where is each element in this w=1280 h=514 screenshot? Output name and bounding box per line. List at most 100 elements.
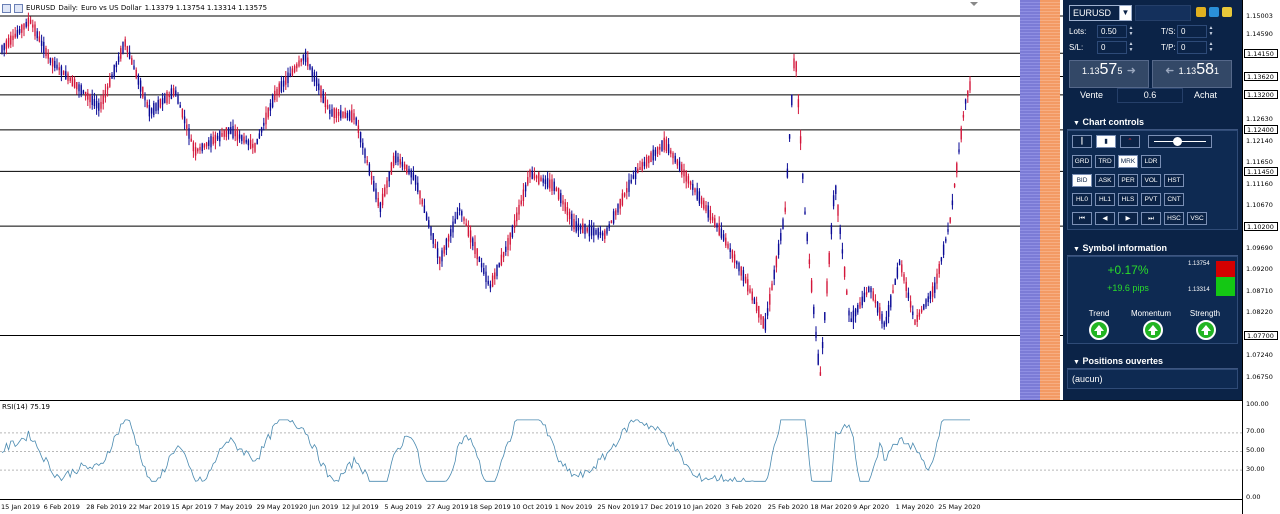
tp-input[interactable]: 0: [1177, 41, 1207, 54]
price-level-flag: 1.14150: [1244, 48, 1278, 58]
candle-body: [122, 42, 124, 54]
candle-body: [120, 48, 122, 59]
chart-timeframe: Daily:: [58, 4, 78, 12]
candle-body: [542, 178, 544, 183]
ts-stepper[interactable]: ▲ ▼: [1207, 25, 1215, 38]
candle-body: [513, 220, 516, 228]
candle-body: [916, 314, 918, 322]
step-forward-icon[interactable]: ▶: [1118, 212, 1138, 225]
candle-body: [45, 48, 47, 56]
candle-body: [810, 280, 813, 292]
sell-button[interactable]: 1.13575 ➜: [1069, 60, 1149, 88]
candle-body: [245, 139, 247, 143]
sl-stepper[interactable]: ▲ ▼: [1127, 41, 1135, 54]
chart-controls-header[interactable]: ▼ Chart controls: [1067, 114, 1238, 130]
rsi-axis: 100.00 70.00 50.00 30.00 0.00: [1243, 399, 1280, 501]
hl1-button[interactable]: HL1: [1095, 193, 1115, 206]
positions-header[interactable]: ▼ Positions ouvertes: [1067, 353, 1238, 369]
buy-button[interactable]: ➜ 1.13581: [1152, 60, 1232, 88]
hst-button[interactable]: HST: [1164, 174, 1184, 187]
price-tick: 1.09690: [1246, 243, 1273, 252]
rsi-line: [1, 419, 970, 483]
candle-body: [590, 226, 593, 236]
zoom-slider[interactable]: [1148, 135, 1212, 148]
hsc-button[interactable]: HSC: [1164, 212, 1184, 225]
candle-body: [654, 149, 657, 156]
go-start-icon[interactable]: ⏮: [1072, 212, 1092, 225]
symbol-select[interactable]: EURUSD: [1069, 5, 1125, 21]
symbol-info-header[interactable]: ▼ Symbol information: [1067, 240, 1238, 256]
symbol-extra-field[interactable]: [1135, 5, 1191, 21]
candle-body: [203, 144, 206, 148]
candle-body: [309, 64, 311, 70]
candle-body: [10, 35, 12, 45]
vsc-button[interactable]: VSC: [1187, 212, 1207, 225]
candle-body: [483, 268, 485, 275]
change-percent: +0.17%: [1107, 263, 1149, 277]
lots-label: Lots:: [1069, 27, 1087, 36]
candle-body: [540, 177, 542, 182]
cnt-button[interactable]: CNT: [1164, 193, 1184, 206]
trade-panel: EURUSD ▼ Lots: 0.50 ▲ ▼ T/S: 0 ▲ ▼ S/L: 0 …: [1063, 0, 1242, 400]
candle-body: [197, 148, 199, 152]
candle-body: [936, 273, 938, 284]
hls-button[interactable]: HLS: [1118, 193, 1138, 206]
hl0-button[interactable]: HL0: [1072, 193, 1092, 206]
time-tick: 1 May 2020: [895, 503, 934, 511]
ask-button[interactable]: ASK: [1095, 174, 1115, 187]
pvt-button[interactable]: PVT: [1141, 193, 1161, 206]
candle-body: [199, 147, 201, 151]
price-axis[interactable]: 1.15003 1.14590 1.14150 1.13620 1.13200 1.126…: [1243, 0, 1280, 400]
candle-body: [386, 180, 388, 188]
price-chart[interactable]: EURUSD Daily: Euro vs US Dollar 1.13379 1…: [0, 0, 1242, 400]
candle-body: [170, 88, 173, 99]
go-end-icon[interactable]: ⏭: [1141, 212, 1161, 225]
candle-body: [502, 251, 505, 258]
candle-body: [225, 127, 228, 137]
candle-body: [720, 228, 723, 238]
chevron-down-icon[interactable]: ▼: [1119, 5, 1132, 21]
candle-body: [687, 176, 690, 184]
candle-chart-icon[interactable]: ▮: [1096, 135, 1116, 148]
vol-button[interactable]: VOL: [1141, 174, 1161, 187]
rsi-tick: 100.00: [1246, 399, 1269, 408]
ldr-button[interactable]: LDR: [1141, 155, 1161, 168]
ts-input[interactable]: 0: [1177, 25, 1207, 38]
time-axis[interactable]: 15 Jan 2019 6 Feb 2019 28 Feb 2019 22 Mar 2…: [0, 499, 1242, 514]
candle-body: [907, 292, 910, 299]
bid-button[interactable]: BID: [1072, 174, 1092, 187]
rsi-panel[interactable]: RSI(14) 75.19: [0, 400, 1242, 499]
candle-body: [573, 218, 575, 230]
tp-stepper[interactable]: ▲ ▼: [1207, 41, 1215, 54]
trd-button[interactable]: TRD: [1095, 155, 1115, 168]
candle-body: [102, 95, 104, 105]
grd-button[interactable]: GRD: [1072, 155, 1092, 168]
candle-body: [311, 67, 313, 77]
line-chart-icon[interactable]: ⌃: [1120, 135, 1140, 148]
price-level-flag: 1.13620: [1244, 71, 1278, 81]
candle-body: [124, 39, 126, 47]
layout-icon[interactable]: [1222, 7, 1232, 17]
candle-body: [771, 283, 773, 291]
step-back-icon[interactable]: ◀: [1095, 212, 1115, 225]
zoom-slider-knob[interactable]: [1173, 137, 1182, 146]
candle-body: [274, 90, 276, 100]
sl-input[interactable]: 0: [1097, 41, 1127, 54]
mrk-button[interactable]: MRK: [1118, 155, 1138, 168]
indicator-strip-blue: [1020, 0, 1040, 400]
candle-body: [843, 266, 846, 277]
settings-icon[interactable]: [1209, 7, 1219, 17]
lots-stepper[interactable]: ▲ ▼: [1127, 25, 1135, 38]
candle-body: [131, 58, 133, 65]
per-button[interactable]: PER: [1118, 174, 1138, 187]
chart-link-icon[interactable]: [1196, 7, 1206, 17]
candle-body: [643, 161, 646, 167]
time-tick: 18 Sep 2019: [469, 503, 511, 511]
time-tick: 6 Feb 2019: [43, 503, 80, 511]
lots-input[interactable]: 0.50: [1097, 25, 1127, 38]
candle-body: [439, 257, 441, 264]
candle-body: [322, 90, 324, 103]
candle-body: [901, 264, 903, 273]
candle-body: [784, 207, 786, 212]
bar-chart-icon[interactable]: ┃: [1072, 135, 1092, 148]
